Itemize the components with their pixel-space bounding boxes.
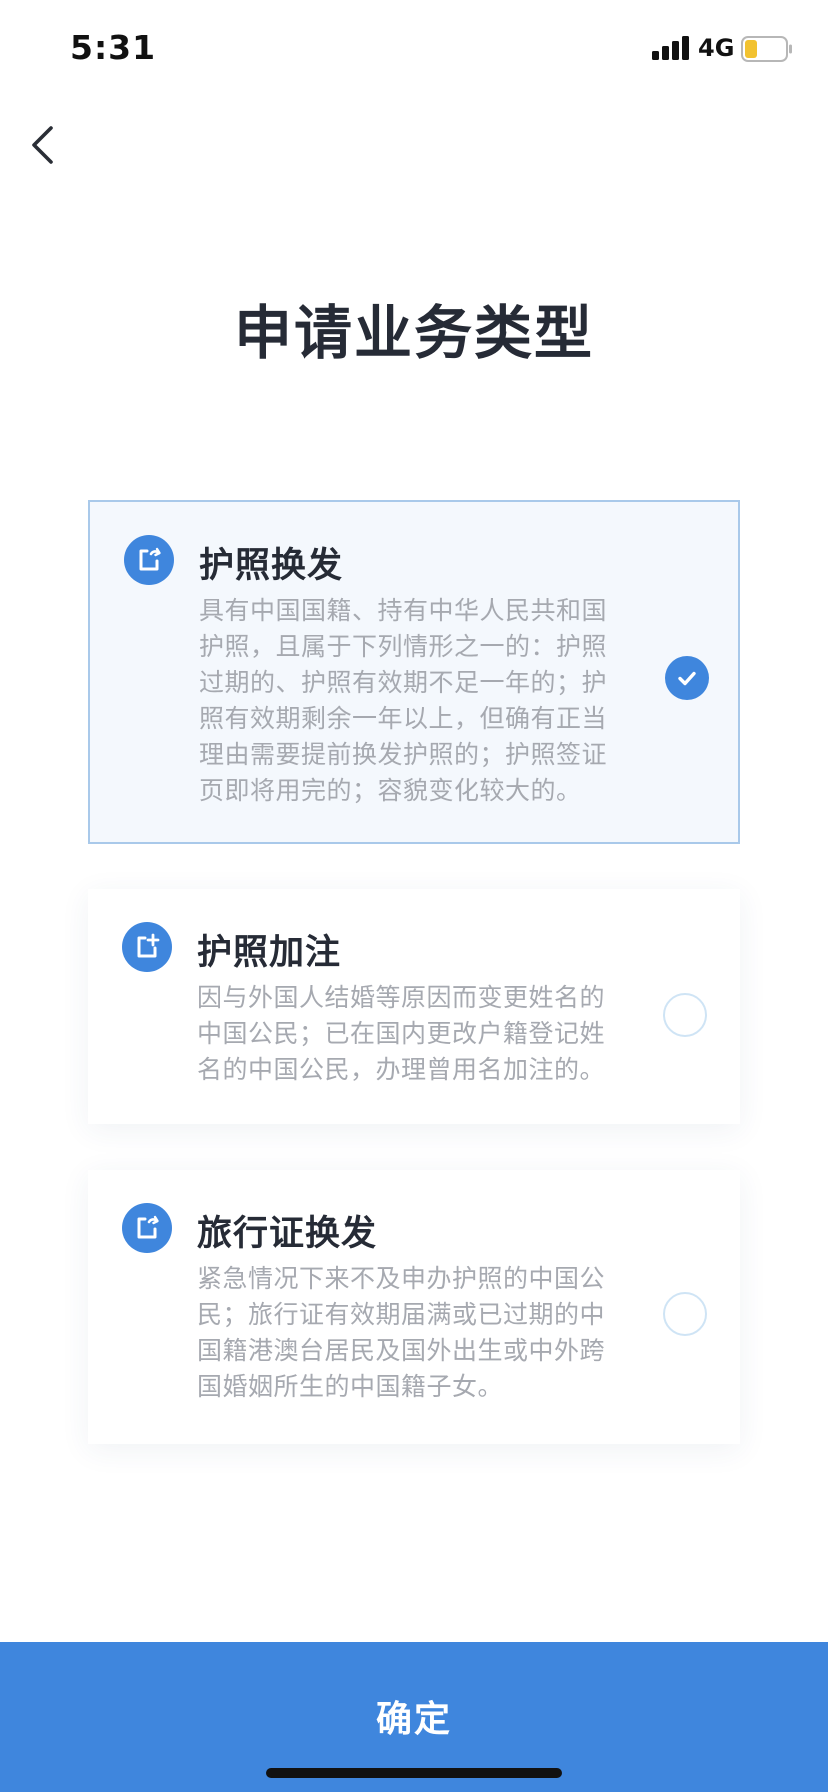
document-add-icon (122, 922, 172, 972)
signal-icon (652, 36, 689, 60)
option-description: 因与外国人结婚等原因而变更姓名的中国公民；已在国内更改户籍登记姓名的中国公民，办… (197, 983, 606, 1084)
document-refresh-icon (122, 1203, 172, 1253)
option-description: 具有中国国籍、持有中华人民共和国护照，且属于下列情形之一的：护照过期的、护照有效… (199, 596, 608, 805)
check-icon (678, 671, 696, 686)
option-radio-unchecked[interactable] (663, 1292, 707, 1336)
option-passport-renewal[interactable]: 护照换发 具有中国国籍、持有中华人民共和国护照，且属于下列情形之一的：护照过期的… (88, 500, 740, 844)
home-indicator (266, 1768, 562, 1778)
option-passport-endorsement[interactable]: 护照加注 因与外国人结婚等原因而变更姓名的中国公民；已在国内更改户籍登记姓名的中… (88, 889, 740, 1124)
screen: 5:31 4G 申请业务类型 护照换发 具有中国国籍、持有中华人民共和国护照，且… (0, 0, 828, 1792)
page-title: 申请业务类型 (233, 299, 594, 367)
confirm-button[interactable]: 确定 (0, 1642, 828, 1792)
option-travel-document-renewal[interactable]: 旅行证换发 紧急情况下来不及申办护照的中国公民；旅行证有效期届满或已过期的中国籍… (88, 1170, 740, 1444)
status-time: 5:31 (70, 28, 157, 67)
option-description: 紧急情况下来不及申办护照的中国公民；旅行证有效期届满或已过期的中国籍港澳台居民及… (197, 1264, 606, 1401)
option-title: 护照加注 (197, 933, 342, 973)
status-bar: 5:31 4G (0, 0, 828, 100)
confirm-label: 确定 (375, 1699, 452, 1740)
battery-icon (741, 36, 792, 62)
option-radio-unchecked[interactable] (663, 993, 707, 1037)
option-title: 旅行证换发 (197, 1214, 378, 1254)
option-title: 护照换发 (199, 546, 344, 586)
chevron-left-icon (32, 126, 53, 164)
back-button[interactable] (22, 114, 72, 174)
document-refresh-icon (124, 535, 174, 585)
network-type: 4G (698, 34, 735, 62)
option-radio-checked[interactable] (665, 656, 709, 700)
